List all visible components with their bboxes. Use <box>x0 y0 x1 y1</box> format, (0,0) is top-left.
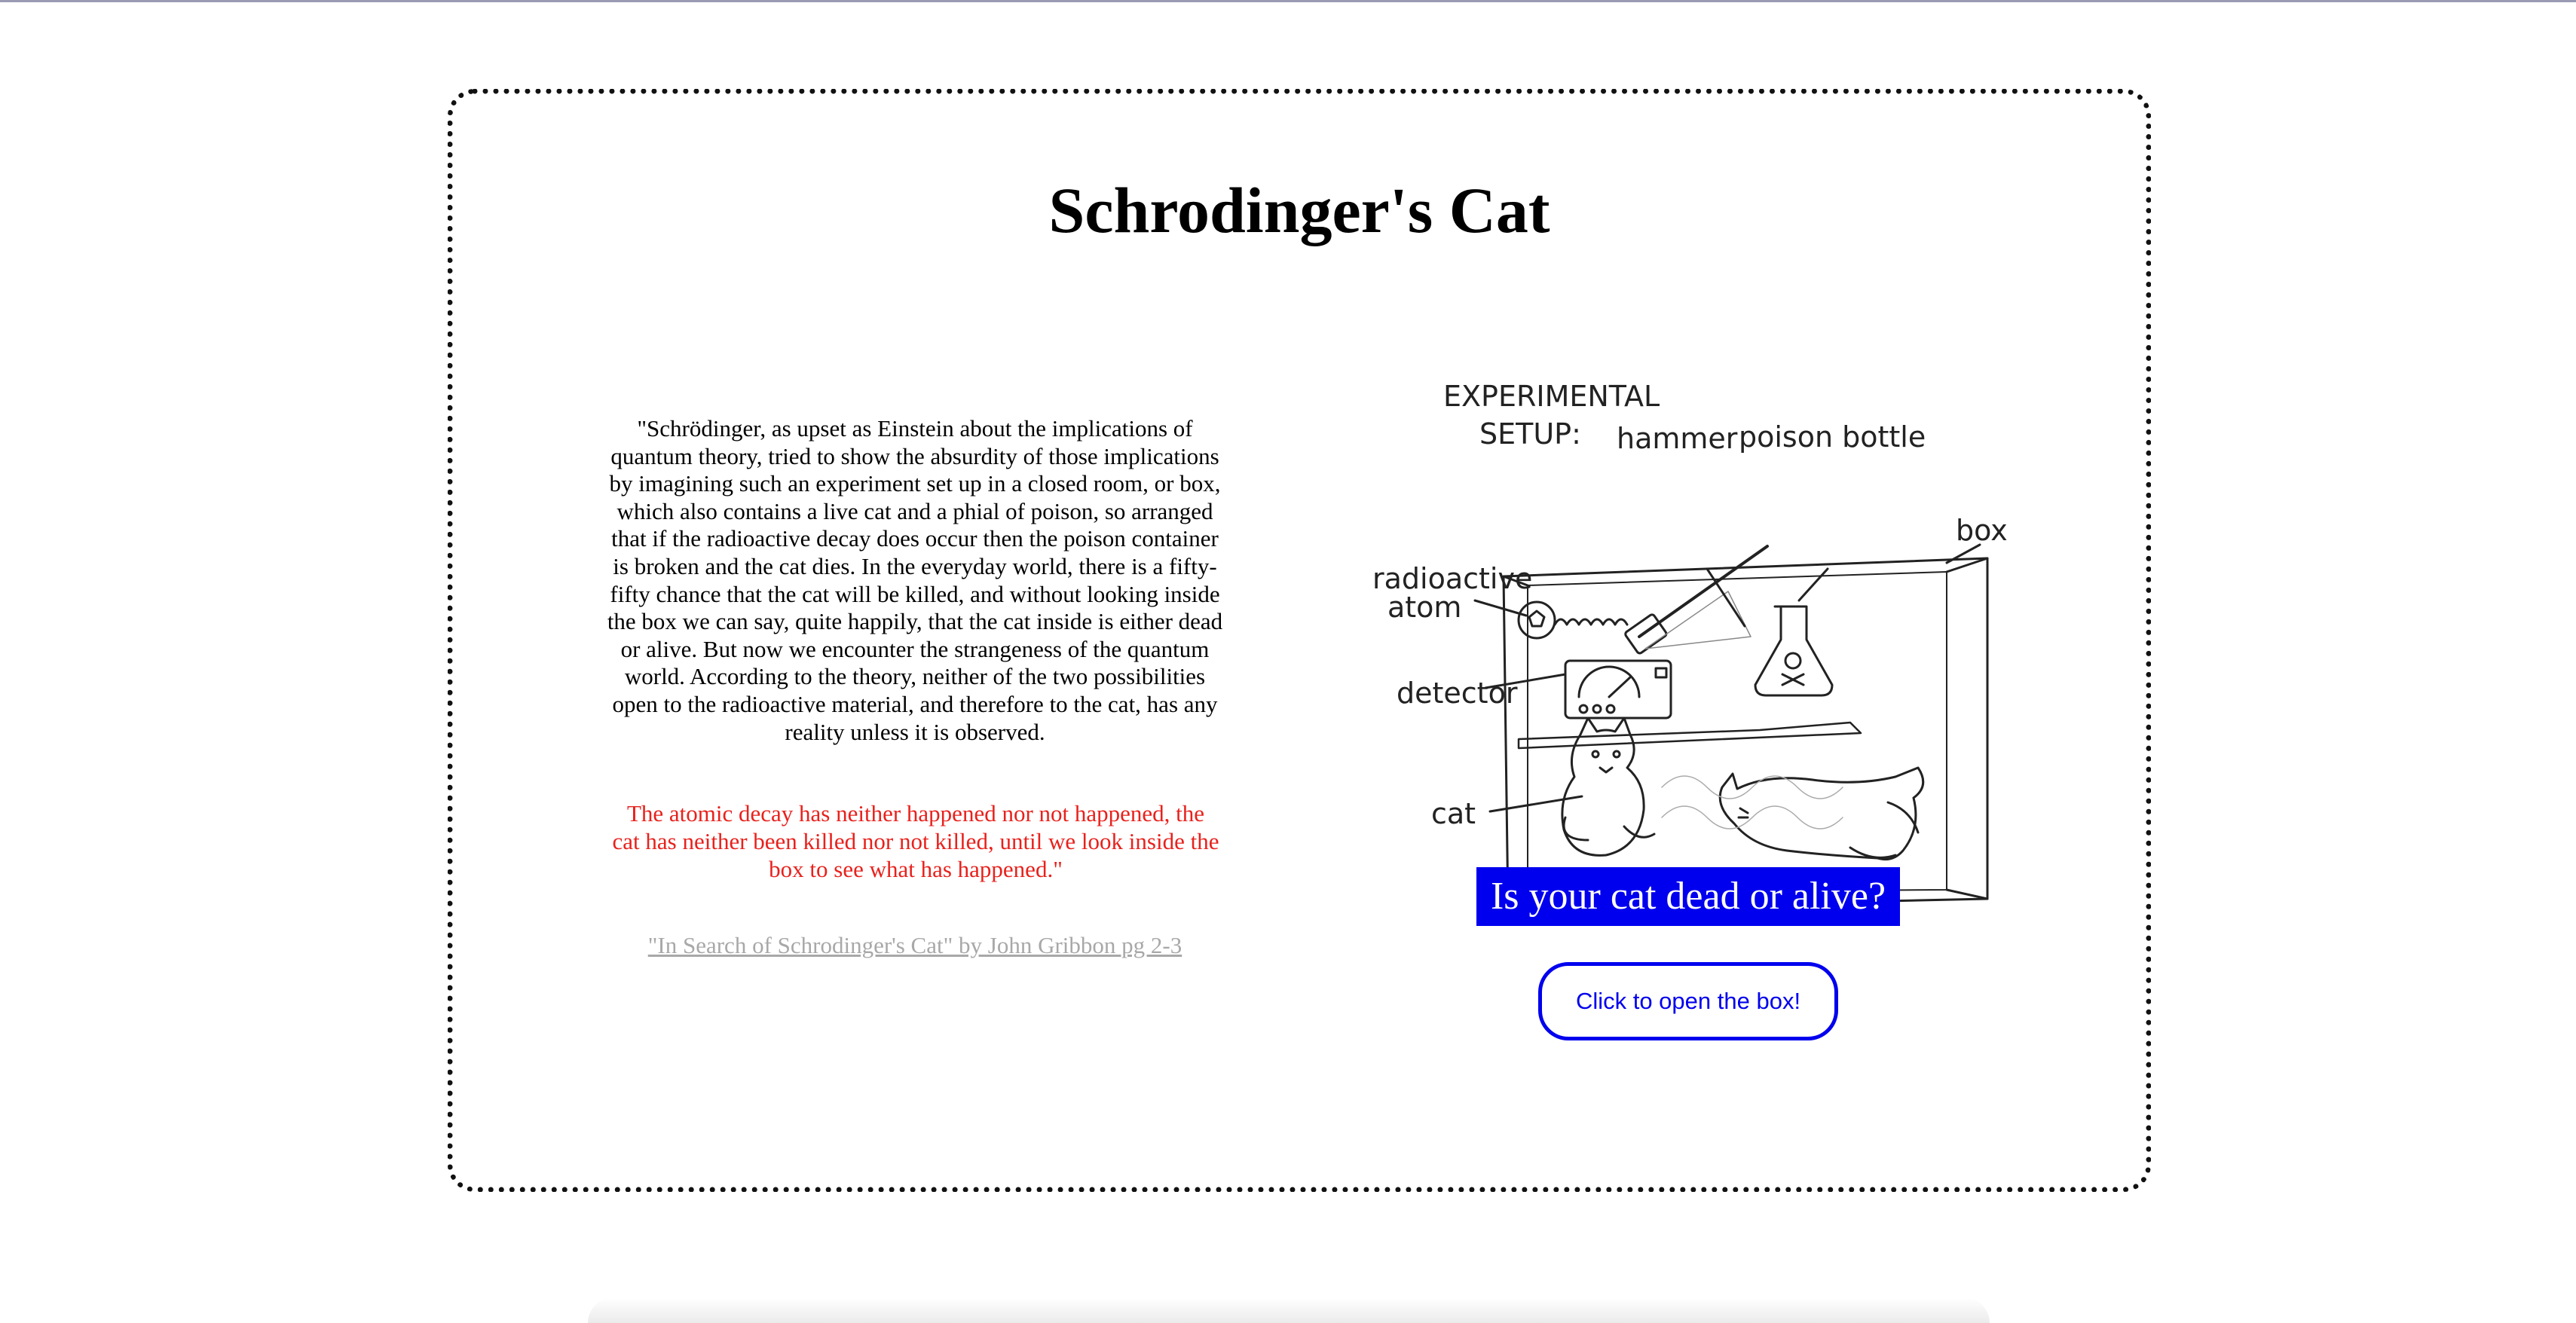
label-hammer: hammer <box>1617 422 1738 455</box>
label-cat: cat <box>1431 797 1476 830</box>
main-card: Schrodinger's Cat "Schrödinger, as upset… <box>448 89 2151 1192</box>
quote-highlight: The atomic decay has neither happened no… <box>612 800 1219 882</box>
bottom-shadow <box>588 1297 1990 1323</box>
open-box-button[interactable]: Click to open the box! <box>1538 962 1838 1040</box>
label-atom: atom <box>1387 591 1461 624</box>
window-top-rule <box>0 0 2576 2</box>
citation-link[interactable]: "In Search of Schrodinger's Cat" by John… <box>566 932 1264 959</box>
cat-status-banner: Is your cat dead or alive? <box>1476 867 1900 926</box>
diagram-heading-line2: SETUP: <box>1479 417 1581 451</box>
atom-ball <box>1517 600 1556 640</box>
diagram-heading-line1: EXPERIMENTAL <box>1443 380 1660 413</box>
poison-flask <box>1754 605 1834 697</box>
dead-cat <box>1718 766 1925 861</box>
experiment-diagram: EXPERIMENTAL SETUP: hammer poison bottle… <box>1368 365 2008 915</box>
label-poison-bottle: poison bottle <box>1739 420 1926 454</box>
experiment-sketch: EXPERIMENTAL SETUP: hammer poison bottle… <box>1372 380 2008 911</box>
label-box: box <box>1956 514 2008 547</box>
live-cat <box>1561 716 1645 857</box>
box-outline <box>1502 557 1989 911</box>
page-title: Schrodinger's Cat <box>1048 174 1550 246</box>
quote-text: "Schrödinger, as upset as Einstein about… <box>607 415 1223 745</box>
label-detector: detector <box>1397 677 1518 710</box>
